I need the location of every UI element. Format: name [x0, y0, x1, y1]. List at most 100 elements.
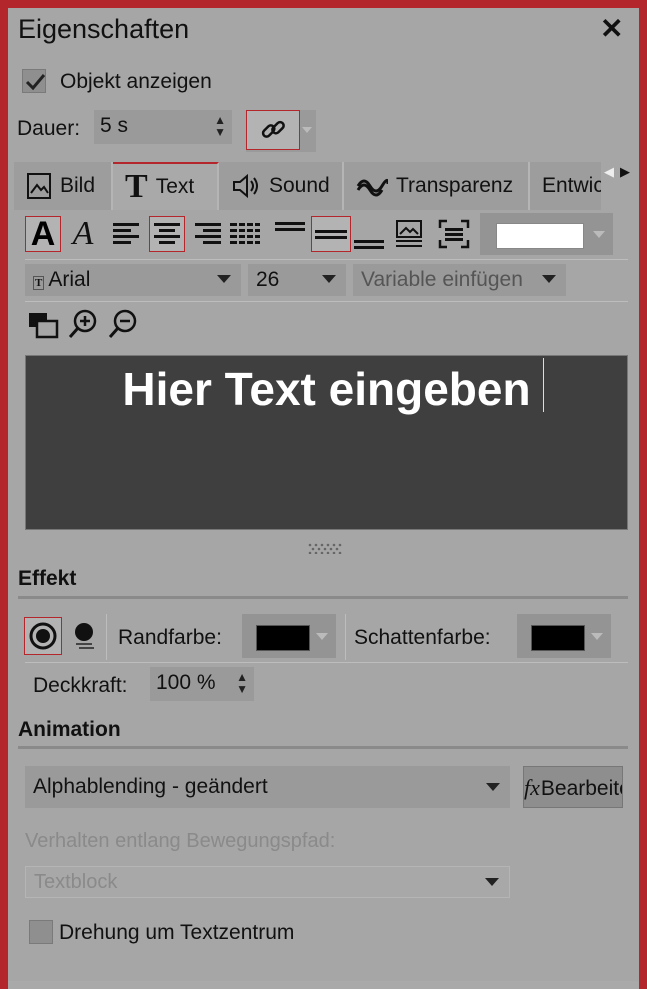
divider [25, 301, 628, 302]
align-left-icon [113, 223, 139, 244]
valign-middle-icon [315, 230, 347, 239]
zoom-in-icon [68, 309, 97, 338]
duration-stepper[interactable]: 5 s ▲ ▼ [94, 110, 232, 144]
section-rule [18, 596, 628, 599]
font-family-select[interactable]: T Arial [25, 264, 241, 296]
animation-heading: Animation [18, 718, 121, 741]
layer-order-button[interactable] [25, 306, 61, 342]
edit-animation-label: Bearbeiten [540, 777, 622, 800]
tab-image-label: Bild [60, 174, 96, 197]
font-type-icon: T [33, 276, 45, 290]
zoom-out-icon [108, 309, 137, 338]
text-icon: T [125, 168, 148, 205]
border-color-swatch [256, 625, 310, 651]
duration-label: Dauer: [17, 117, 81, 140]
layers-icon [29, 313, 59, 339]
tab-transparency-label: Transparenz [396, 174, 514, 197]
valign-top-icon [275, 222, 305, 231]
tab-transparency[interactable]: Transparenz [344, 162, 530, 210]
tab-text-label: Text [155, 175, 195, 198]
opacity-stepper[interactable]: 100 % ▲ ▼ [150, 667, 254, 701]
text-background-button[interactable] [391, 216, 427, 252]
font-family-value: Arial [48, 268, 91, 291]
speaker-icon [233, 173, 258, 199]
divider [25, 662, 628, 663]
valign-middle-button[interactable] [311, 216, 351, 252]
zoom-in-button[interactable] [65, 306, 101, 342]
divider [25, 259, 628, 260]
resize-grip-icon[interactable] [306, 541, 344, 555]
opacity-value: 100 % [156, 671, 216, 694]
align-center-icon [154, 223, 180, 244]
show-object-checkbox[interactable] [22, 69, 46, 93]
chevron-down-icon [322, 275, 336, 283]
insert-variable-label: Variable einfügen [361, 268, 523, 291]
tab-development-label: Entwic [542, 174, 601, 197]
wave-icon [356, 179, 388, 197]
tab-text[interactable]: T Text [113, 162, 219, 210]
bold-font-button[interactable]: A [25, 214, 61, 253]
zoom-out-button[interactable] [105, 306, 141, 342]
rotate-text-center-label: Drehung um Textzentrum [59, 921, 295, 944]
chevron-down-icon [593, 231, 605, 238]
rotate-text-center-checkbox[interactable] [29, 920, 53, 944]
tab-scroll-left-icon[interactable]: ◀ [604, 164, 614, 180]
stepper-arrows-icon[interactable]: ▲ ▼ [214, 114, 226, 138]
image-icon [27, 173, 51, 199]
text-cursor [543, 358, 544, 412]
editor-text[interactable]: Hier Text eingeben [26, 362, 627, 416]
font-size-select[interactable]: 26 [248, 264, 346, 296]
edit-animation-button[interactable]: fxBearbeiten [523, 766, 623, 808]
tab-image[interactable]: Bild [14, 162, 113, 210]
opacity-label: Deckkraft: [33, 674, 128, 697]
panel-title: Eigenschaften [18, 14, 190, 44]
divider [106, 614, 107, 660]
animation-value: Alphablending - geändert [33, 775, 268, 798]
stepper-arrows-icon[interactable]: ▲ ▼ [236, 671, 248, 695]
shadow-color-label: Schattenfarbe: [354, 626, 491, 649]
divider [345, 614, 346, 660]
fx-icon: fx [524, 775, 540, 800]
text-editor[interactable]: Hier Text eingeben [25, 355, 628, 530]
motion-path-select: Textblock [25, 866, 510, 898]
align-right-button[interactable] [189, 216, 225, 252]
align-center-button[interactable] [149, 216, 185, 252]
fit-text-button[interactable] [436, 216, 472, 252]
tab-scroll-right-icon[interactable]: ▶ [620, 164, 630, 180]
close-icon[interactable]: ✕ [600, 12, 623, 45]
motion-path-label: Verhalten entlang Bewegungspfad: [25, 830, 336, 852]
chevron-down-icon [316, 633, 328, 640]
motion-path-value: Textblock [34, 871, 118, 893]
duration-value: 5 s [100, 114, 129, 137]
properties-panel: Eigenschaften ✕ Objekt anzeigen Dauer: 5… [8, 8, 639, 981]
valign-bottom-button[interactable] [351, 220, 387, 256]
picture-text-icon [396, 220, 422, 247]
bold-a-icon: A [30, 214, 56, 253]
align-justify-button[interactable] [227, 216, 263, 252]
fit-frame-icon [438, 219, 470, 249]
text-color-dropdown[interactable] [480, 213, 613, 255]
valign-bottom-icon [354, 240, 384, 249]
shadow-color-dropdown[interactable] [517, 614, 611, 658]
shadow-effect-button[interactable] [66, 617, 102, 653]
justify-icon [230, 223, 260, 244]
shadow-color-swatch [531, 625, 585, 651]
border-color-dropdown[interactable] [242, 614, 336, 658]
text-color-swatch [496, 223, 584, 249]
chevron-down-icon [486, 783, 500, 791]
animation-select[interactable]: Alphablending - geändert [25, 766, 510, 808]
tab-development[interactable]: Entwic [530, 162, 601, 210]
insert-variable-select[interactable]: Variable einfügen [353, 264, 566, 296]
tab-sound[interactable]: Sound [219, 162, 344, 210]
valign-top-button[interactable] [272, 214, 308, 250]
italic-font-button[interactable]: A [65, 215, 101, 252]
outline-effect-button[interactable] [24, 617, 62, 655]
chevron-down-icon [485, 878, 499, 886]
align-left-button[interactable] [109, 216, 145, 252]
shadow-circle-icon [75, 623, 94, 649]
chevron-down-icon [542, 275, 556, 283]
link-dropdown[interactable] [246, 110, 316, 152]
link-icon[interactable] [246, 110, 300, 150]
outline-circle-icon [29, 622, 57, 650]
tab-sound-label: Sound [269, 174, 330, 197]
